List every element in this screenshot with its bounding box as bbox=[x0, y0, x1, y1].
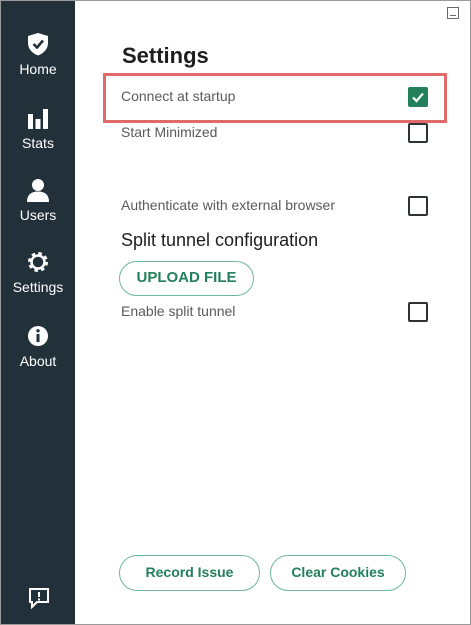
sidebar-item-home[interactable]: Home bbox=[1, 31, 75, 77]
shield-icon bbox=[28, 33, 48, 56]
app-window: Home Stats Users Settings About Settings… bbox=[0, 0, 471, 625]
gear-icon bbox=[28, 252, 48, 272]
enable-split-tunnel-label: Enable split tunnel bbox=[121, 303, 236, 319]
user-icon bbox=[27, 179, 49, 202]
page-title: Settings bbox=[122, 43, 209, 68]
external-browser-checkbox[interactable] bbox=[408, 196, 428, 216]
sidebar-item-stats[interactable]: Stats bbox=[1, 105, 75, 151]
bar-chart-icon bbox=[28, 109, 48, 129]
enable-split-tunnel-checkbox[interactable] bbox=[408, 302, 428, 322]
start-minimized-checkbox[interactable] bbox=[408, 123, 428, 143]
sidebar-item-users[interactable]: Users bbox=[1, 177, 75, 223]
sidebar: Home Stats Users Settings About bbox=[1, 1, 75, 624]
feedback-icon[interactable] bbox=[26, 587, 52, 609]
sidebar-item-label: Users bbox=[19, 207, 57, 223]
sidebar-item-about[interactable]: About bbox=[1, 323, 75, 369]
info-icon bbox=[28, 326, 48, 346]
checkmark-icon bbox=[412, 92, 424, 103]
external-browser-label: Authenticate with external browser bbox=[121, 197, 335, 213]
sidebar-item-label: Settings bbox=[12, 279, 64, 295]
upload-file-button[interactable]: UPLOAD FILE bbox=[119, 261, 254, 296]
sidebar-item-label: Stats bbox=[22, 135, 54, 151]
record-issue-button[interactable]: Record Issue bbox=[119, 555, 260, 591]
connect-startup-label: Connect at startup bbox=[121, 88, 236, 104]
sidebar-item-label: Home bbox=[19, 61, 57, 77]
sidebar-item-settings[interactable]: Settings bbox=[1, 249, 75, 295]
sidebar-item-label: About bbox=[19, 353, 57, 369]
clear-cookies-button[interactable]: Clear Cookies bbox=[270, 555, 406, 591]
connect-startup-checkbox[interactable] bbox=[408, 87, 428, 107]
split-tunnel-title: Split tunnel configuration bbox=[121, 230, 319, 250]
start-minimized-label: Start Minimized bbox=[121, 124, 218, 140]
minimize-button[interactable] bbox=[447, 7, 459, 19]
